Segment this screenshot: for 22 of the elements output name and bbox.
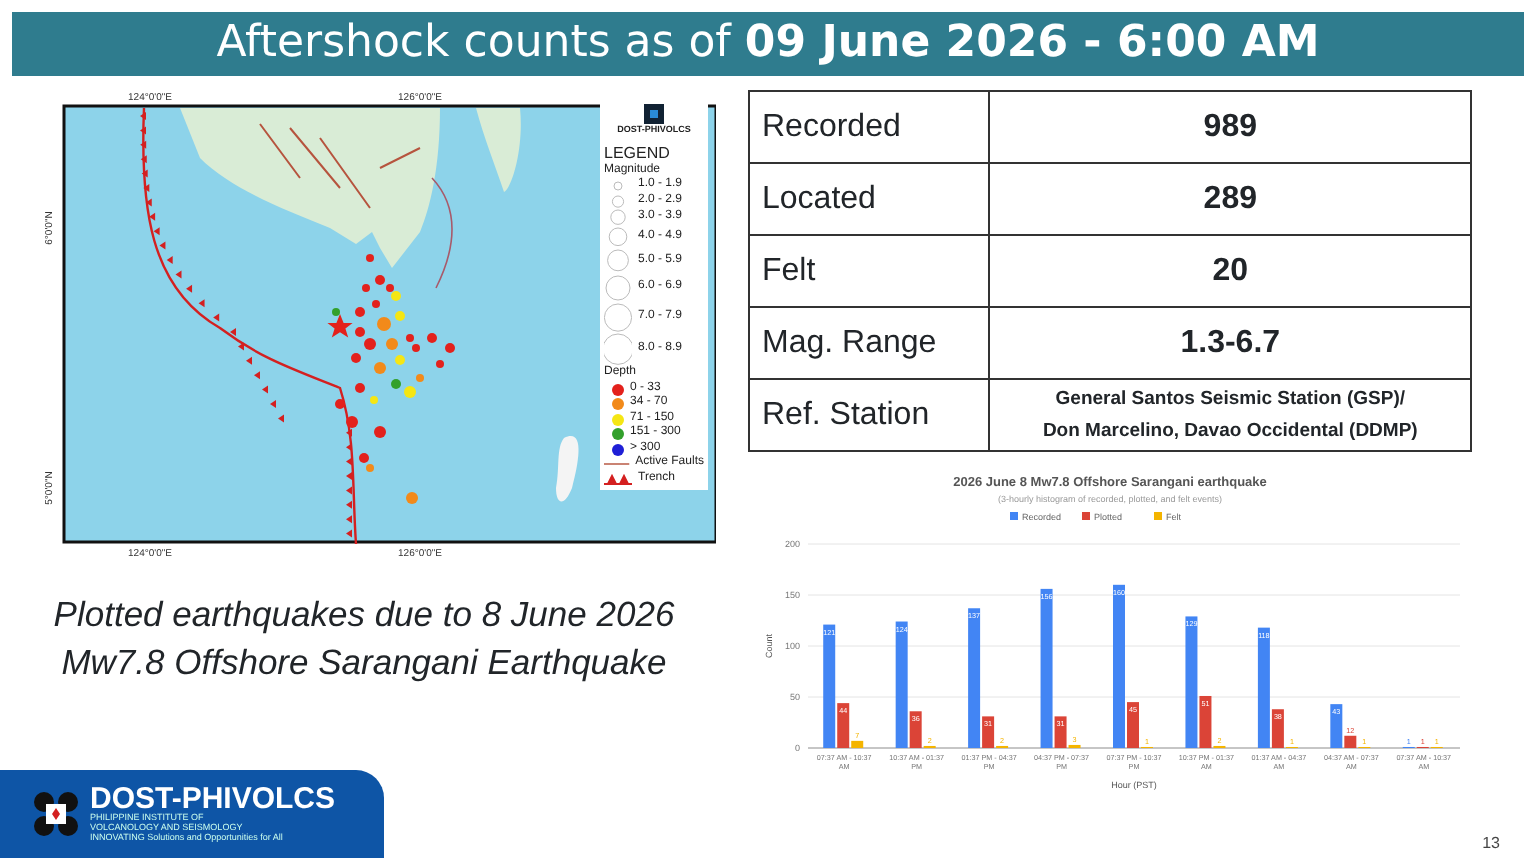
table-cell: 989 <box>989 91 1471 163</box>
caption-text: Mw7.8 Offshore Sarangani Earthquake <box>59 639 669 686</box>
island-shape <box>556 436 579 502</box>
table-cell: Ref. Station <box>749 379 990 451</box>
slide-title: Aftershock counts as of 09 June 2026 - 6:00 AM <box>12 12 1524 76</box>
table-cell: General Santos Seismic Station (GSP)/ Don Marcelino, Davao Occidental (DDMP) <box>989 379 1471 451</box>
legend-title: LEGEND <box>604 143 672 163</box>
table-cell: 20 <box>989 235 1471 307</box>
table-cell: 1.3-6.7 <box>989 307 1471 379</box>
table-cell: Recorded <box>749 91 990 163</box>
logo-name: DOST-PHIVOLCS <box>90 784 336 815</box>
fault-line-icon <box>604 458 630 471</box>
table-cell: Felt <box>749 235 990 307</box>
logo-icon <box>642 104 666 124</box>
table-cell: Mag. Range <box>749 307 990 379</box>
epicenter-star-icon <box>327 314 353 338</box>
table-cell: 289 <box>989 163 1471 235</box>
logo-icon <box>32 792 80 836</box>
caption-text: Plotted earthquakes due to 8 June 2026 <box>51 592 677 638</box>
trench-line-icon <box>604 473 632 486</box>
table-cell: Located <box>749 163 990 235</box>
page-number: 13 <box>1482 832 1500 856</box>
